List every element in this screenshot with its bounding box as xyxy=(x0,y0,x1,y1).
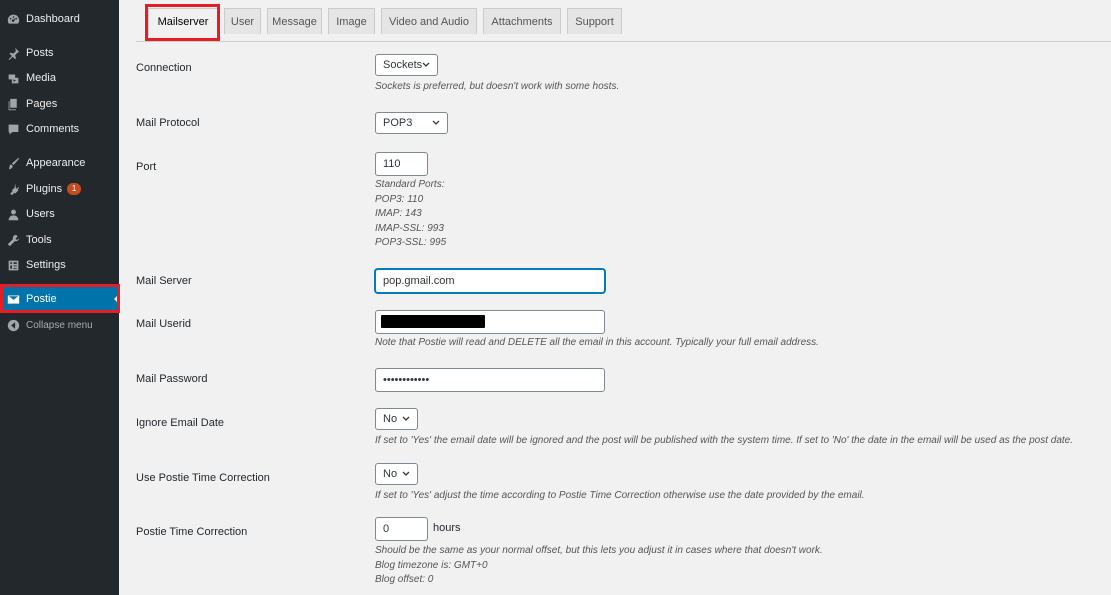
chevron-down-icon xyxy=(402,471,410,476)
port-desc-line: Standard Ports: xyxy=(375,179,445,190)
users-icon xyxy=(6,207,20,221)
sidebar-item-label: Plugins xyxy=(26,183,63,195)
sidebar-item-label: Users xyxy=(26,208,55,220)
collapse-menu-label: Collapse menu xyxy=(26,319,93,331)
plugin-icon xyxy=(6,182,20,196)
connection-select[interactable]: Sockets xyxy=(375,54,438,76)
time-correction-description: Should be the same as your normal offset… xyxy=(375,544,823,588)
tab-mailserver[interactable]: Mailserver xyxy=(148,8,218,36)
media-icon xyxy=(6,71,20,85)
sidebar-item-posts[interactable]: Posts xyxy=(0,41,119,65)
time-correction-desc-line: Should be the same as your normal offset… xyxy=(375,545,823,556)
sidebar-item-users[interactable]: Users xyxy=(0,202,119,226)
sidebar-item-pages[interactable]: Pages xyxy=(0,92,119,116)
use-time-correction-value: No xyxy=(383,468,398,480)
sidebar-item-tools[interactable]: Tools xyxy=(0,228,119,252)
mail-userid-input[interactable] xyxy=(375,310,605,334)
tab-user[interactable]: User xyxy=(224,8,261,34)
sidebar-item-dashboard[interactable]: Dashboard xyxy=(0,7,119,31)
dashboard-icon xyxy=(6,12,20,26)
tab-image[interactable]: Image xyxy=(328,8,375,34)
settings-icon xyxy=(6,258,20,272)
sidebar-item-label: Appearance xyxy=(26,157,86,169)
sidebar-item-appearance[interactable]: Appearance xyxy=(0,151,119,175)
blog-offset-text: Blog offset: 0 xyxy=(375,574,434,585)
sidebar-item-label: Media xyxy=(26,72,56,84)
tab-support[interactable]: Support xyxy=(567,8,622,34)
ignore-email-date-description: If set to 'Yes' the email date will be i… xyxy=(375,435,1074,446)
use-time-correction-label: Use Postie Time Correction xyxy=(136,472,270,484)
sidebar-item-label: Settings xyxy=(26,259,66,271)
mail-icon xyxy=(6,292,20,306)
port-input[interactable]: 110 xyxy=(375,152,428,176)
connection-label: Connection xyxy=(136,62,192,74)
mail-server-label: Mail Server xyxy=(136,275,192,287)
ignore-email-date-value: No xyxy=(383,413,398,425)
sidebar-item-label: Comments xyxy=(26,123,80,135)
ignore-email-date-select[interactable]: No xyxy=(375,408,418,430)
port-desc-line: POP3: 110 xyxy=(375,193,424,205)
active-indicator xyxy=(114,294,119,304)
chevron-down-icon xyxy=(402,416,410,421)
time-correction-label: Postie Time Correction xyxy=(136,526,248,538)
sidebar-item-label: Posts xyxy=(26,47,54,59)
pages-icon xyxy=(6,97,20,111)
admin-sidebar: Dashboard Posts Media Pages Comments App… xyxy=(0,0,119,595)
mail-protocol-label: Mail Protocol xyxy=(136,117,200,129)
redacted-value xyxy=(381,315,485,328)
sidebar-item-label: Tools xyxy=(26,234,52,246)
plugins-update-badge: 1 xyxy=(67,183,82,195)
chevron-down-icon xyxy=(422,62,430,67)
mail-password-input[interactable]: •••••••••••• xyxy=(375,368,605,392)
settings-tabs: Mailserver User Message Image Video and … xyxy=(136,7,1111,42)
use-time-correction-select[interactable]: No xyxy=(375,463,418,485)
sidebar-item-comments[interactable]: Comments xyxy=(0,117,119,141)
mail-userid-description: Note that Postie will read and DELETE al… xyxy=(375,337,819,348)
port-label: Port xyxy=(136,161,157,173)
sidebar-item-label: Dashboard xyxy=(26,13,80,25)
tab-message[interactable]: Message xyxy=(267,8,322,34)
pin-icon xyxy=(6,46,20,60)
time-correction-unit: hours xyxy=(433,522,461,534)
wrench-icon xyxy=(6,233,20,247)
sidebar-item-plugins[interactable]: Plugins 1 xyxy=(0,177,119,201)
sidebar-item-label: Pages xyxy=(26,98,58,110)
collapse-menu-button[interactable]: Collapse menu xyxy=(0,313,119,337)
connection-description: Sockets is preferred, but doesn't work w… xyxy=(375,81,620,92)
port-desc-line: IMAP: 143 xyxy=(375,208,422,219)
sidebar-item-settings[interactable]: Settings xyxy=(0,253,119,277)
sidebar-item-postie[interactable]: Postie xyxy=(0,287,119,311)
comments-icon xyxy=(6,122,20,136)
mail-protocol-value: POP3 xyxy=(383,117,413,129)
time-correction-input[interactable]: 0 xyxy=(375,517,428,541)
mail-userid-label: Mail Userid xyxy=(136,318,192,330)
sidebar-item-media[interactable]: Media xyxy=(0,66,119,90)
blog-timezone-text: Blog timezone is: GMT+0 xyxy=(375,559,488,571)
port-desc-line: IMAP-SSL: 993 xyxy=(375,222,444,234)
mail-server-input[interactable]: pop.gmail.com xyxy=(375,269,605,293)
sidebar-item-label: Postie xyxy=(26,293,57,305)
tab-attachments[interactable]: Attachments xyxy=(483,8,561,34)
brush-icon xyxy=(6,156,20,170)
use-time-correction-description: If set to 'Yes' adjust the time accordin… xyxy=(375,490,865,501)
chevron-down-icon xyxy=(432,120,440,125)
connection-value: Sockets xyxy=(383,59,423,71)
port-description: Standard Ports: POP3: 110 IMAP: 143 IMAP… xyxy=(375,178,446,251)
port-desc-line: POP3-SSL: 995 xyxy=(375,237,447,248)
collapse-icon xyxy=(6,318,20,332)
ignore-email-date-label: Ignore Email Date xyxy=(136,417,225,429)
mail-password-label: Mail Password xyxy=(136,373,208,385)
tab-video-and-audio[interactable]: Video and Audio xyxy=(381,8,477,34)
mail-protocol-select[interactable]: POP3 xyxy=(375,112,448,134)
